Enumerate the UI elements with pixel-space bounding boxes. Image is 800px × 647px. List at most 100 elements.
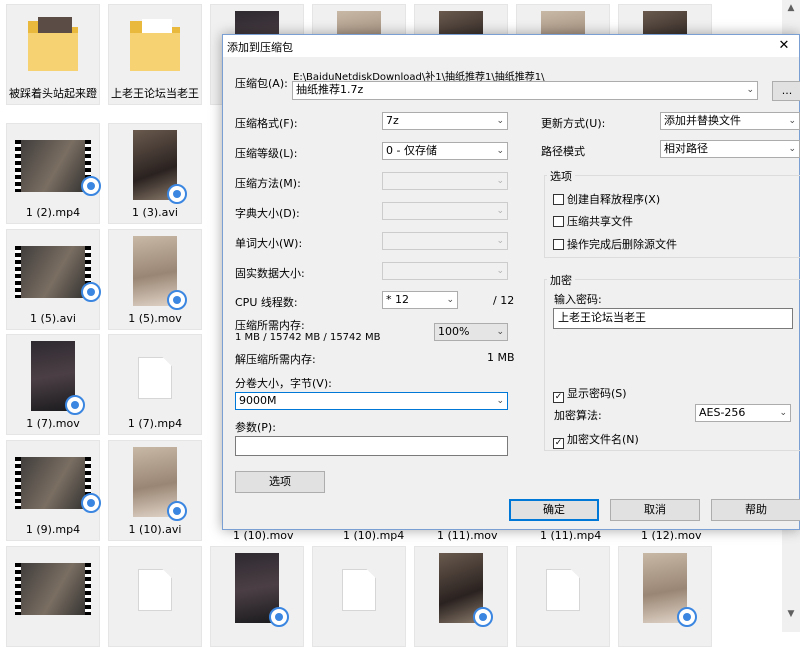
- ok-button[interactable]: 确定: [509, 499, 599, 521]
- folder-icon: [126, 13, 184, 75]
- params-input[interactable]: [235, 436, 508, 456]
- video-thumbnail: [235, 553, 289, 627]
- update-mode-select[interactable]: 添加并替换文件 ⌄: [660, 112, 800, 130]
- checkbox-box[interactable]: [553, 194, 564, 205]
- chevron-down-icon: ⌄: [788, 116, 796, 126]
- word-label: 单词大小(W):: [235, 237, 303, 250]
- shared-files-label: 压缩共享文件: [567, 215, 633, 228]
- cpu-threads-select[interactable]: * 12 ⌄: [382, 291, 458, 309]
- mem-compress-value: 1 MB / 15742 MB / 15742 MB: [235, 332, 381, 343]
- player-icon: [81, 493, 101, 513]
- video-tile[interactable]: 1 (5).avi: [6, 229, 101, 330]
- video-thumbnail: [15, 457, 101, 513]
- tile-label: 1 (5).avi: [30, 312, 76, 325]
- encrypt-names-checkbox[interactable]: ✓ 加密文件名(N): [553, 431, 639, 449]
- archive-name-combo[interactable]: 抽纸推荐1.7z ⌄: [292, 81, 758, 100]
- checkbox-box[interactable]: [553, 239, 564, 250]
- help-button[interactable]: 帮助: [711, 499, 800, 521]
- params-label: 参数(P):: [235, 421, 276, 434]
- cpu-value: * 12: [386, 293, 409, 306]
- cpu-label: CPU 线程数:: [235, 296, 298, 309]
- volume-size-combo[interactable]: 9000M ⌄: [235, 392, 508, 410]
- scroll-up-icon[interactable]: ▲: [782, 0, 800, 16]
- player-icon: [81, 282, 101, 302]
- path-mode-select[interactable]: 相对路径 ⌄: [660, 140, 800, 158]
- chevron-down-icon: ⌄: [496, 146, 504, 156]
- checkbox-box[interactable]: ✓: [553, 392, 564, 403]
- mem-percent-value: 100%: [438, 325, 470, 338]
- chevron-down-icon: ⌄: [496, 266, 504, 276]
- show-password-checkbox[interactable]: ✓ 显示密码(S): [553, 385, 627, 403]
- sfx-checkbox[interactable]: 创建自释放程序(X): [553, 191, 660, 207]
- chevron-down-icon: ⌄: [496, 116, 504, 126]
- scroll-down-icon[interactable]: ▼: [782, 606, 800, 622]
- update-label: 更新方式(U):: [541, 117, 606, 130]
- password-input[interactable]: 上老王论坛当老王: [553, 308, 793, 329]
- folder-tile[interactable]: 上老王论坛当老王: [108, 4, 202, 105]
- video-tile[interactable]: 1 (7).mov: [6, 334, 100, 435]
- chevron-down-icon: ⌄: [496, 206, 504, 216]
- file-tile[interactable]: 1 (7).mp4: [108, 334, 202, 435]
- video-tile[interactable]: 1 (5).mov: [108, 229, 202, 330]
- player-icon: [269, 607, 289, 627]
- encryption-group-title: 加密: [547, 272, 575, 288]
- dict-label: 字典大小(D):: [235, 207, 300, 220]
- folder-tile[interactable]: 被踩着头站起来蹬: [6, 4, 100, 105]
- delete-source-checkbox[interactable]: 操作完成后删除源文件: [553, 236, 677, 252]
- video-thumbnail: [15, 246, 101, 302]
- level-select[interactable]: 0 - 仅存储 ⌄: [382, 142, 508, 160]
- solid-select: ⌄: [382, 262, 508, 280]
- options-button[interactable]: 选项: [235, 471, 325, 493]
- video-thumbnail: [133, 130, 187, 204]
- video-tile[interactable]: 1 (9).mp4: [6, 440, 101, 541]
- archive-label: 压缩包(A):: [235, 77, 288, 90]
- tile-label: 1 (12).mov: [641, 529, 702, 542]
- enc-method-label: 加密算法:: [554, 409, 602, 422]
- tile-label: 1 (10).avi: [128, 523, 182, 536]
- enc-method-select[interactable]: AES-256 ⌄: [695, 404, 791, 422]
- player-icon: [167, 501, 187, 521]
- tile-label: 1 (5).mov: [128, 312, 182, 325]
- tile-label: 1 (11).mp4: [540, 529, 602, 542]
- cancel-button[interactable]: 取消: [610, 499, 700, 521]
- chevron-down-icon: ⌄: [779, 408, 787, 418]
- chevron-down-icon: ⌄: [496, 396, 504, 406]
- tile-label: 上老王论坛当老王: [111, 87, 199, 100]
- tile-label: 被踩着头站起来蹬: [9, 87, 97, 100]
- player-icon: [677, 607, 697, 627]
- checkbox-box[interactable]: ✓: [553, 438, 564, 449]
- video-thumbnail: [643, 553, 697, 627]
- password-label: 输入密码:: [554, 293, 602, 306]
- browse-button[interactable]: ...: [772, 81, 800, 101]
- video-tile[interactable]: 1 (2).mp4: [6, 123, 101, 224]
- shared-files-checkbox[interactable]: 压缩共享文件: [553, 213, 633, 229]
- tile-label: 1 (11).mov: [437, 529, 498, 542]
- checkbox-box[interactable]: [553, 216, 564, 227]
- video-tile[interactable]: 1 (3).avi: [108, 123, 202, 224]
- add-to-archive-dialog: 添加到压缩包 ✕ 压缩包(A): E:\BaiduNetdiskDownload…: [222, 34, 800, 530]
- tile-label: 1 (7).mp4: [127, 417, 183, 430]
- chevron-down-icon: ⌄: [788, 144, 796, 154]
- player-icon: [167, 290, 187, 310]
- document-icon: [138, 357, 172, 399]
- video-tile[interactable]: 1 (10).avi: [108, 440, 202, 541]
- tile-label: 1 (9).mp4: [25, 523, 81, 536]
- options-group-title: 选项: [547, 168, 575, 184]
- update-mode-value: 添加并替换文件: [664, 114, 741, 127]
- tile-label: 1 (10).mp4: [343, 529, 405, 542]
- volume-label: 分卷大小，字节(V):: [235, 377, 332, 390]
- video-thumbnail: [439, 553, 493, 627]
- level-value: 0 - 仅存储: [386, 144, 437, 157]
- solid-label: 固实数据大小:: [235, 267, 305, 280]
- dialog-titlebar[interactable]: 添加到压缩包 ✕: [223, 35, 799, 57]
- video-thumbnail: [15, 563, 91, 615]
- format-select[interactable]: 7z ⌄: [382, 112, 508, 130]
- video-thumbnail: [133, 447, 187, 521]
- path-mode-value: 相对路径: [664, 142, 708, 155]
- player-icon: [65, 395, 85, 415]
- player-icon: [167, 184, 187, 204]
- mem-percent-select[interactable]: 100% ⌄: [434, 323, 508, 341]
- close-icon[interactable]: ✕: [769, 35, 799, 57]
- chevron-down-icon: ⌄: [496, 236, 504, 246]
- video-thumbnail: [133, 236, 187, 310]
